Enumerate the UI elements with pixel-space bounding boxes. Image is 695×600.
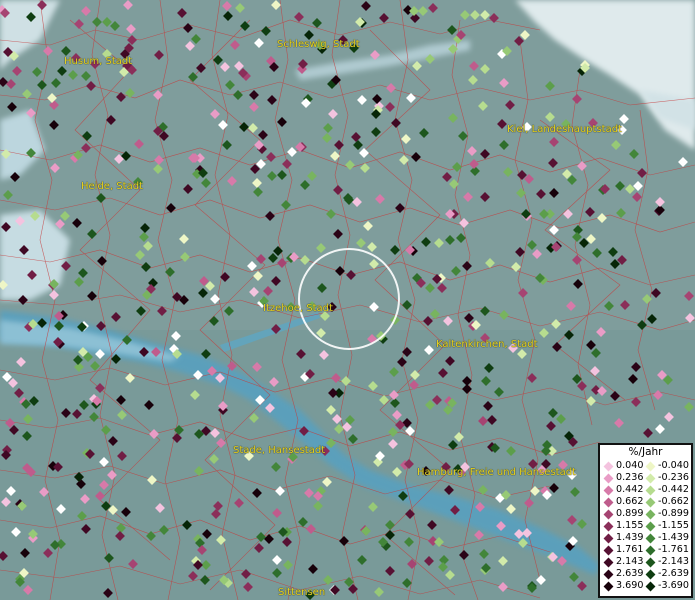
- legend-swatch: [645, 485, 656, 496]
- legend-value: 1.439: [616, 532, 644, 543]
- legend-swatch: [603, 581, 614, 592]
- legend-value: 0.899: [616, 508, 644, 519]
- city-label-sittensen: Sittensen: [278, 587, 326, 598]
- city-label-heide: Heide, Stadt: [81, 181, 143, 192]
- legend-value: 0.442: [616, 484, 644, 495]
- legend-swatch: [645, 581, 656, 592]
- legend-value: -1.761: [658, 544, 689, 555]
- legend-value: 0.236: [616, 472, 644, 483]
- legend-value: -2.639: [658, 568, 689, 579]
- city-label-itzehoe: Itzehoe, Stadt: [263, 303, 333, 314]
- legend-swatch: [603, 509, 614, 520]
- legend-swatch: [645, 509, 656, 520]
- legend-value: -0.662: [658, 496, 689, 507]
- legend-value: -3.690: [658, 580, 689, 591]
- legend-swatch: [645, 545, 656, 556]
- legend-value: -0.442: [658, 484, 689, 495]
- legend-value: 0.040: [616, 460, 644, 471]
- legend-swatch: [645, 497, 656, 508]
- legend-value: -2.143: [658, 556, 689, 567]
- legend-swatch: [603, 569, 614, 580]
- legend-swatch: [603, 461, 614, 472]
- legend-swatch: [645, 533, 656, 544]
- legend-swatch: [603, 521, 614, 532]
- legend-value: -0.236: [658, 472, 689, 483]
- city-label-kaltenkirchen: Kaltenkirchen, Stadt: [436, 339, 538, 350]
- legend-swatch: [603, 557, 614, 568]
- legend-swatch: [645, 461, 656, 472]
- city-label-hamburg: Hamburg, Freie und Hansestadt: [417, 467, 576, 478]
- legend: %/Jahr 0.040 0.236 0.442 0.662 0.899 1.1…: [598, 443, 693, 598]
- legend-value: 0.662: [616, 496, 644, 507]
- legend-swatch: [603, 497, 614, 508]
- legend-value: -1.155: [658, 520, 689, 531]
- legend-value: 2.143: [616, 556, 644, 567]
- city-label-kiel: Kiel, Landeshauptstadt: [507, 124, 622, 135]
- city-label-schleswig: Schleswig, Stadt: [277, 39, 360, 50]
- legend-title: %/Jahr: [628, 446, 663, 458]
- legend-value: 1.761: [616, 544, 644, 555]
- legend-value: -0.899: [658, 508, 689, 519]
- legend-swatch: [603, 533, 614, 544]
- city-label-husum: Husum, Stadt: [64, 56, 133, 67]
- legend-swatch: [645, 473, 656, 484]
- map-canvas[interactable]: [0, 0, 695, 600]
- legend-value: 2.639: [616, 568, 644, 579]
- legend-swatch: [645, 557, 656, 568]
- legend-swatch: [645, 521, 656, 532]
- legend-value: -0.040: [658, 460, 689, 471]
- city-label-stade: Stade, Hansestadt: [233, 445, 326, 456]
- legend-value: 3.690: [616, 580, 644, 591]
- legend-swatch: [603, 485, 614, 496]
- legend-swatch: [645, 569, 656, 580]
- legend-swatch: [603, 545, 614, 556]
- legend-swatch: [603, 473, 614, 484]
- legend-value: 1.155: [616, 520, 644, 531]
- legend-value: -1.439: [658, 532, 689, 543]
